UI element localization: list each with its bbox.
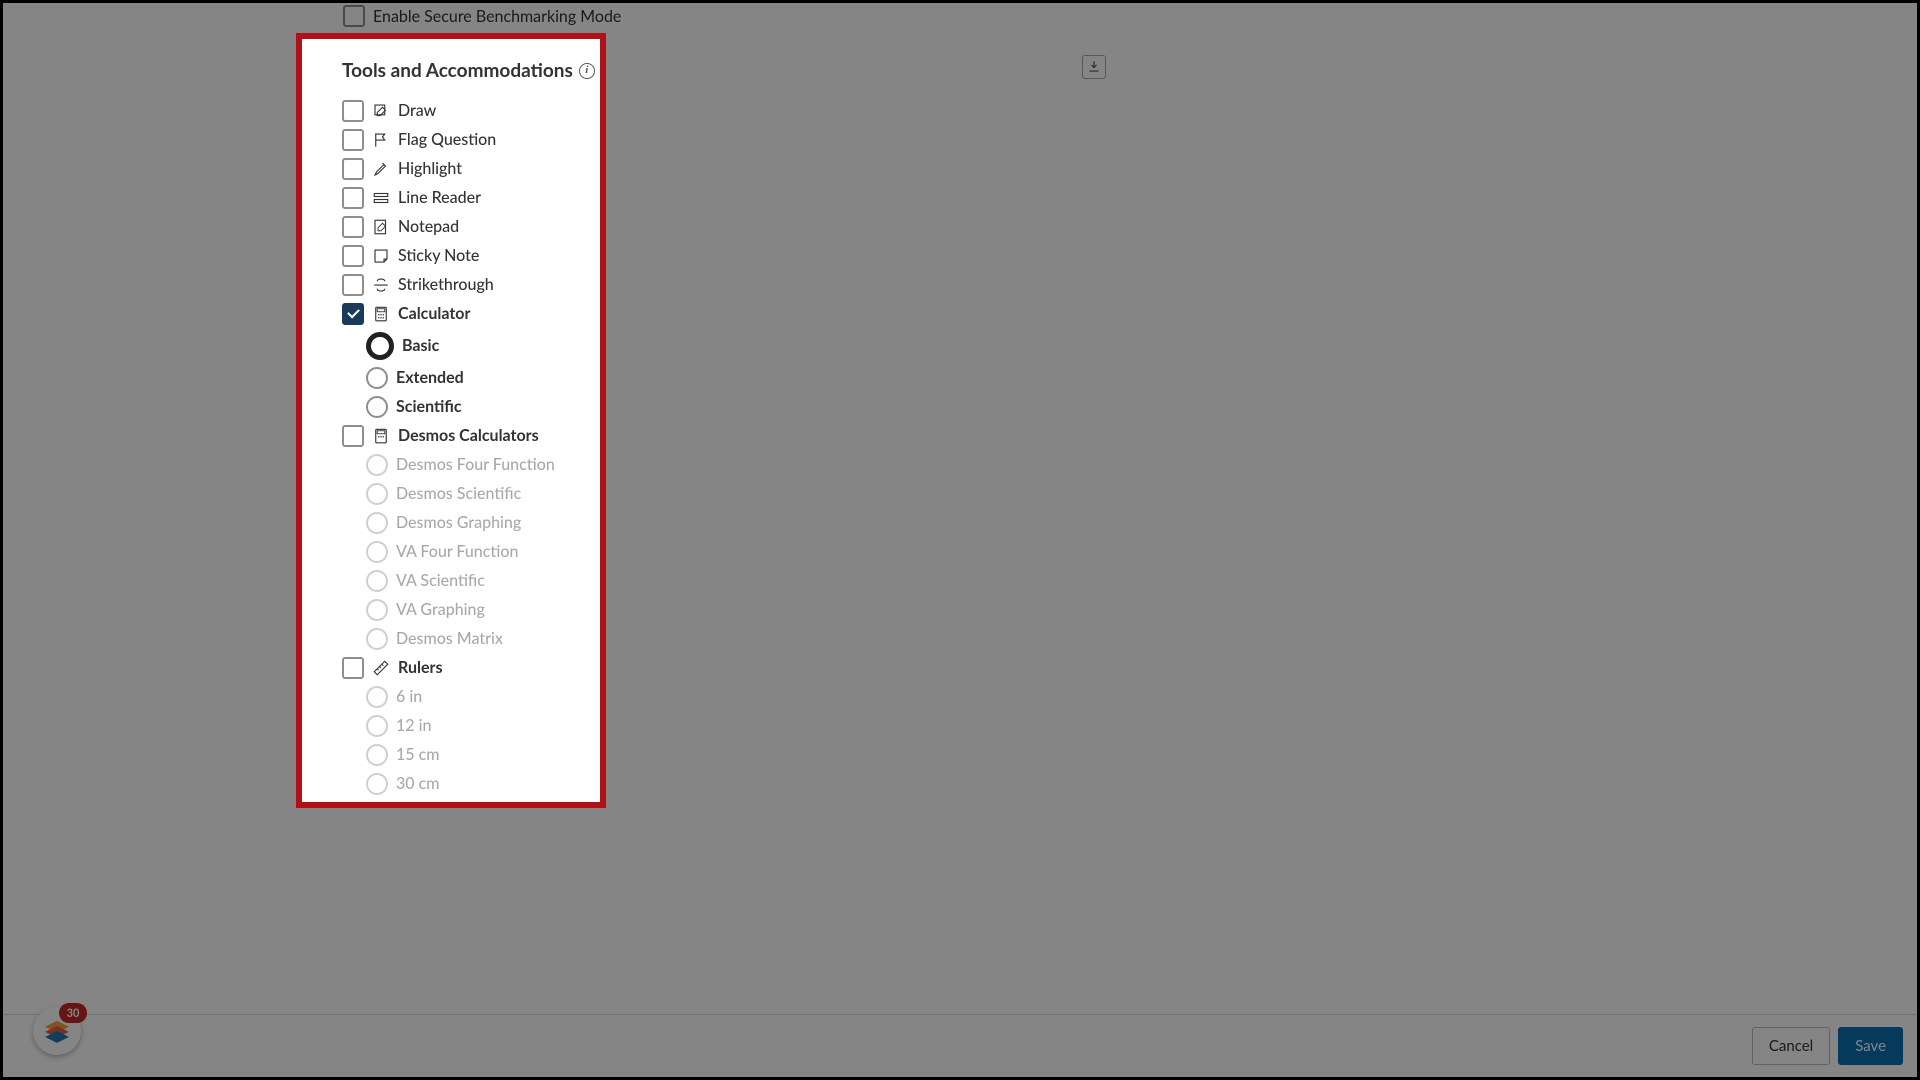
calculator-icon — [372, 305, 390, 323]
flag-icon — [372, 131, 390, 149]
highlight-checkbox[interactable] — [342, 158, 364, 180]
tool-highlight[interactable]: Highlight — [302, 154, 600, 183]
panel-title: Tools and Accommodations i — [302, 59, 600, 96]
notepad-label: Notepad — [398, 217, 459, 236]
download-icon-button[interactable] — [1082, 55, 1106, 79]
va-four-function: VA Four Function — [302, 537, 600, 566]
ruler-15cm: 15 cm — [302, 740, 600, 769]
tool-notepad[interactable]: Notepad — [302, 212, 600, 241]
tool-rulers[interactable]: Rulers — [302, 653, 600, 682]
enable-secure-benchmarking-row: Enable Secure Benchmarking Mode — [343, 5, 621, 27]
draw-label: Draw — [398, 101, 436, 120]
rulers-checkbox[interactable] — [342, 657, 364, 679]
desmos-scientific-radio — [366, 483, 388, 505]
cancel-button[interactable]: Cancel — [1752, 1027, 1830, 1065]
save-button[interactable]: Save — [1838, 1027, 1903, 1065]
flag-checkbox[interactable] — [342, 129, 364, 151]
ruler-icon — [372, 659, 390, 677]
help-badge: 30 — [59, 1003, 87, 1023]
line-reader-icon — [372, 189, 390, 207]
info-icon[interactable]: i — [579, 63, 595, 79]
notepad-icon — [372, 218, 390, 236]
calc-scientific[interactable]: Scientific — [302, 392, 600, 421]
enable-secure-benchmarking-label: Enable Secure Benchmarking Mode — [373, 7, 621, 26]
rulers-label: Rulers — [398, 658, 443, 677]
calc-basic-label: Basic — [402, 336, 439, 355]
desmos-graphing: Desmos Graphing — [302, 508, 600, 537]
help-floating-button[interactable]: 30 — [33, 1007, 81, 1055]
calc-scientific-radio[interactable] — [366, 396, 388, 418]
sticky-note-checkbox[interactable] — [342, 245, 364, 267]
va-scientific-radio — [366, 570, 388, 592]
calc-extended[interactable]: Extended — [302, 363, 600, 392]
highlight-icon — [372, 160, 390, 178]
calc-basic-radio[interactable] — [366, 332, 394, 360]
flag-label: Flag Question — [398, 130, 496, 149]
tools-accommodations-panel: Tools and Accommodations i Draw Flag — [296, 33, 606, 808]
download-icon — [1087, 60, 1101, 74]
strikethrough-icon — [372, 276, 390, 294]
desmos-matrix-radio — [366, 628, 388, 650]
line-reader-checkbox[interactable] — [342, 187, 364, 209]
calc-scientific-label: Scientific — [396, 397, 462, 416]
tool-sticky-note[interactable]: Sticky Note — [302, 241, 600, 270]
desmos-matrix: Desmos Matrix — [302, 624, 600, 653]
va-scientific: VA Scientific — [302, 566, 600, 595]
calc-extended-label: Extended — [396, 368, 464, 387]
va-graphing-radio — [366, 599, 388, 621]
desmos-four-function: Desmos Four Function — [302, 450, 600, 479]
desmos-four-function-radio — [366, 454, 388, 476]
sticky-note-label: Sticky Note — [398, 246, 479, 265]
ruler-15cm-radio — [366, 744, 388, 766]
tool-desmos-calculators[interactable]: Desmos Calculators — [302, 421, 600, 450]
draw-icon — [372, 102, 390, 120]
va-graphing: VA Graphing — [302, 595, 600, 624]
enable-secure-benchmarking-checkbox[interactable] — [343, 5, 365, 27]
tool-flag-question[interactable]: Flag Question — [302, 125, 600, 154]
strikethrough-checkbox[interactable] — [342, 274, 364, 296]
protractor-checkbox[interactable] — [342, 802, 364, 803]
calc-basic[interactable]: Basic — [302, 328, 600, 363]
ruler-12in: 12 in — [302, 711, 600, 740]
desmos-label: Desmos Calculators — [398, 426, 539, 445]
desmos-scientific: Desmos Scientific — [302, 479, 600, 508]
sticky-note-icon — [372, 247, 390, 265]
va-four-function-radio — [366, 541, 388, 563]
desmos-graphing-radio — [366, 512, 388, 534]
tool-strikethrough[interactable]: Strikethrough — [302, 270, 600, 299]
calc-extended-radio[interactable] — [366, 367, 388, 389]
ruler-30cm: 30 cm — [302, 769, 600, 798]
ruler-12in-radio — [366, 715, 388, 737]
dialog-footer: Cancel Save — [3, 1014, 1917, 1077]
ruler-6in-radio — [366, 686, 388, 708]
ruler-30cm-radio — [366, 773, 388, 795]
calculator-checkbox[interactable] — [342, 303, 364, 325]
tool-line-reader[interactable]: Line Reader — [302, 183, 600, 212]
tool-draw[interactable]: Draw — [302, 96, 600, 125]
draw-checkbox[interactable] — [342, 100, 364, 122]
desmos-checkbox[interactable] — [342, 425, 364, 447]
line-reader-label: Line Reader — [398, 188, 481, 207]
ruler-6in: 6 in — [302, 682, 600, 711]
calculator-icon — [372, 427, 390, 445]
tool-protractor[interactable]: Protractor — [302, 798, 600, 802]
highlight-label: Highlight — [398, 159, 462, 178]
notepad-checkbox[interactable] — [342, 216, 364, 238]
tool-calculator[interactable]: Calculator — [302, 299, 600, 328]
calculator-label: Calculator — [398, 304, 470, 323]
strikethrough-label: Strikethrough — [398, 275, 494, 294]
